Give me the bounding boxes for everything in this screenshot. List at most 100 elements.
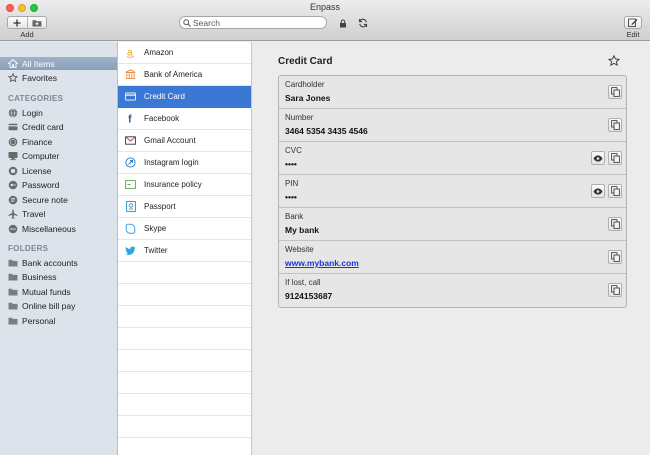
sidebar-item-personal[interactable]: Personal [0, 314, 117, 327]
sidebar-item-login[interactable]: Login [0, 106, 117, 119]
item-title: Credit Card [278, 56, 333, 67]
field-value[interactable]: Sara Jones [285, 93, 330, 103]
sidebar-item-label: Secure note [22, 194, 68, 205]
lock-button[interactable] [337, 17, 349, 29]
copy-button[interactable] [608, 85, 622, 99]
list-item-label: Skype [144, 224, 167, 233]
field-pin: PIN •••• [279, 175, 626, 208]
field-label: Website [285, 245, 314, 254]
list-item-gmail-account[interactable]: Gmail Account [118, 130, 251, 152]
folder-icon [8, 301, 18, 311]
empty-row [118, 328, 251, 350]
sidebar-item-label: Password [22, 180, 60, 190]
search-icon [183, 18, 191, 27]
sidebar-item-label: Miscellaneous [22, 223, 76, 234]
field-value[interactable]: 9124153687 [285, 291, 332, 301]
field-value[interactable]: 3464 5354 3435 4546 [285, 126, 368, 136]
sidebar-item-travel[interactable]: Travel [0, 208, 117, 221]
add-label: Add [20, 30, 34, 39]
reveal-button[interactable] [591, 151, 605, 165]
license-icon [8, 166, 18, 176]
sidebar-item-bank-accounts[interactable]: Bank accounts [0, 256, 117, 269]
field-if-lost-call: If lost, call 9124153687 [279, 274, 626, 307]
sidebar-item-label: Computer [22, 151, 60, 161]
sidebar-item-online-bill-pay[interactable]: Online bill pay [0, 300, 117, 313]
copy-button[interactable] [608, 217, 622, 231]
list-item-label: Passport [144, 202, 176, 211]
list-item-passport[interactable]: Passport [118, 196, 251, 218]
passport-icon [125, 201, 136, 212]
list-item-amazon[interactable]: a Amazon [118, 42, 251, 64]
list-item-credit-card[interactable]: Credit Card [118, 86, 251, 108]
globe-icon [8, 107, 18, 118]
folder-icon [8, 316, 18, 326]
empty-row [118, 416, 251, 438]
edit-button[interactable] [624, 16, 642, 29]
sidebar-item-miscellaneous[interactable]: Miscellaneous [0, 222, 117, 235]
copy-icon [610, 186, 620, 196]
copy-button[interactable] [608, 151, 622, 165]
field-value[interactable]: •••• [285, 192, 297, 202]
sidebar-item-password[interactable]: Password [0, 179, 117, 192]
empty-row [118, 372, 251, 394]
key-icon [8, 180, 18, 190]
misc-icon [8, 224, 18, 234]
field-value[interactable]: My bank [285, 225, 319, 235]
list-item-insurance-policy[interactable]: Insurance policy [118, 174, 251, 196]
plus-icon [13, 19, 21, 26]
sidebar-item-license[interactable]: License [0, 164, 117, 177]
refresh-icon [358, 18, 368, 28]
add-folder-button[interactable] [26, 17, 47, 28]
toolbar: Enpass Add Edit [0, 0, 650, 41]
sidebar-item-label: License [22, 165, 52, 176]
sidebar-item-mutual-funds[interactable]: Mutual funds [0, 285, 117, 298]
sidebar-item-business[interactable]: Business [0, 271, 117, 284]
list-item-twitter[interactable]: Twitter [118, 240, 251, 262]
field-cardholder: Cardholder Sara Jones [279, 76, 626, 109]
list-item-skype[interactable]: Skype [118, 218, 251, 240]
sidebar-item-secure-note[interactable]: Secure note [0, 193, 117, 206]
copy-button[interactable] [608, 250, 622, 264]
search-input[interactable] [193, 17, 323, 28]
sidebar-item-label: Login [22, 107, 43, 118]
list-item-facebook[interactable]: f Facebook [118, 108, 251, 130]
field-website: Website www.mybank.com [279, 241, 626, 274]
sidebar-item-label: Travel [22, 209, 46, 219]
empty-row [118, 284, 251, 306]
website-link[interactable]: www.mybank.com [285, 258, 359, 268]
sidebar-item-finance[interactable]: Finance [0, 135, 117, 148]
note-icon [8, 195, 18, 205]
credit-card-icon [8, 122, 18, 132]
sidebar: All Items Favorites CATEGORIES Login Cre… [0, 42, 118, 455]
credit-card-icon [125, 91, 136, 102]
field-bank: Bank My bank [279, 208, 626, 241]
sidebar-item-computer[interactable]: Computer [0, 150, 117, 163]
facebook-icon: f [125, 113, 136, 125]
list-item-label: Insurance policy [144, 180, 202, 189]
list-item-instagram-login[interactable]: Instagram login [118, 152, 251, 174]
sidebar-item-label: Business [22, 272, 57, 282]
field-number: Number 3464 5354 3435 4546 [279, 109, 626, 142]
instagram-icon [125, 157, 136, 168]
pencil-icon [628, 18, 638, 27]
favorite-star-icon[interactable] [607, 54, 621, 67]
search-field[interactable] [179, 16, 327, 29]
field-label: CVC [285, 146, 302, 155]
sync-button[interactable] [357, 17, 369, 29]
categories-heading: CATEGORIES [8, 94, 64, 103]
copy-button[interactable] [608, 118, 622, 132]
add-button-group [7, 16, 47, 29]
copy-icon [610, 153, 620, 163]
list-item-bank-of-america[interactable]: Bank of America [118, 64, 251, 86]
add-item-button[interactable] [8, 17, 27, 28]
copy-button[interactable] [608, 283, 622, 297]
field-value[interactable]: •••• [285, 159, 297, 169]
empty-row [118, 350, 251, 372]
eye-icon [593, 188, 603, 194]
folder-icon [8, 258, 18, 268]
sidebar-item-all-items[interactable]: All Items [0, 57, 117, 70]
reveal-button[interactable] [591, 184, 605, 198]
sidebar-item-favorites[interactable]: Favorites [0, 71, 117, 84]
copy-button[interactable] [608, 184, 622, 198]
sidebar-item-credit-card[interactable]: Credit card [0, 121, 117, 134]
